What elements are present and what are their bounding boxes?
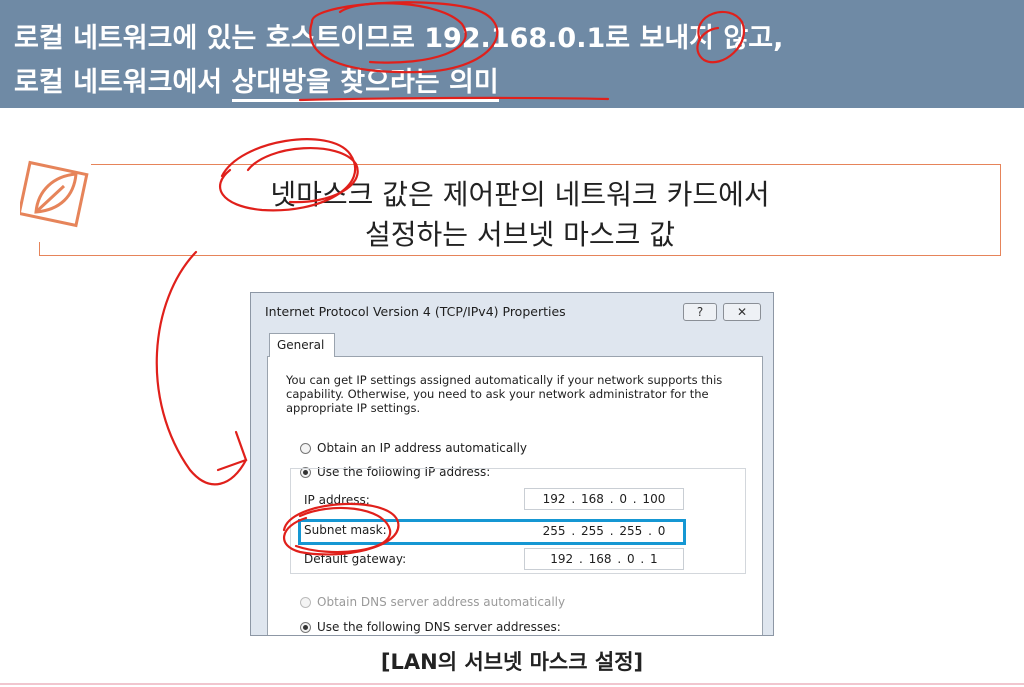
close-button[interactable]: ✕ [723, 303, 761, 321]
note-line-2: 설정하는 서브넷 마스크 값 [364, 218, 676, 251]
default-gateway-label: Default gateway: [304, 552, 407, 566]
leaf-icon [20, 160, 89, 228]
header-underlined-text: 상대방을 찾으라는 의미 [231, 67, 499, 102]
subnet-mask-label: Subnet mask: [304, 523, 387, 537]
note-line-1: 넷마스크 값은 제어판의 네트워크 카드에서 [270, 178, 770, 211]
ip-address-label: IP address: [304, 493, 370, 507]
annotation-arrow-head [216, 430, 248, 472]
header-banner: 로컬 네트워크에 있는 호스트이므로 192.168.0.1로 보내지 않고, … [0, 0, 1024, 108]
header-line-2-prefix: 로컬 네트워크에서 [14, 67, 232, 98]
subnet-mask-field[interactable]: 255 . 255 . 255 . 0 [524, 521, 684, 543]
radio-obtain-ip-auto[interactable]: Obtain an IP address automatically [300, 441, 527, 455]
intro-text: You can get IP settings assigned automat… [286, 373, 723, 415]
radio-label: Obtain DNS server address automatically [317, 595, 566, 609]
radio-label: Use the following DNS server addresses: [317, 620, 561, 634]
general-panel: You can get IP settings assigned automat… [267, 356, 763, 635]
help-button[interactable]: ? [683, 303, 717, 321]
radio-label: Obtain an IP address automatically [317, 441, 528, 455]
header-line-2: 로컬 네트워크에서 상대방을 찾으라는 의미 [14, 60, 499, 102]
radio-use-following-dns[interactable]: Use the following DNS server addresses: [300, 620, 561, 634]
annotation-arrow-line [155, 250, 248, 486]
ipv4-properties-dialog: Internet Protocol Version 4 (TCP/IPv4) P… [250, 292, 774, 636]
radio-button[interactable] [300, 443, 311, 454]
radio-button[interactable] [300, 597, 311, 608]
tab-general[interactable]: General [269, 333, 335, 357]
radio-obtain-dns-auto[interactable]: Obtain DNS server address automatically [300, 595, 565, 609]
note-box: 넷마스크 값은 제어판의 네트워크 카드에서 설정하는 서브넷 마스크 값 [37, 162, 1001, 256]
header-line-1: 로컬 네트워크에 있는 호스트이므로 192.168.0.1로 보내지 않고, [14, 23, 784, 54]
figure-caption: [LAN의 서브넷 마스크 설정] [380, 650, 644, 674]
default-gateway-field[interactable]: 192 . 168 . 0 . 1 [524, 548, 684, 570]
dialog-title: Internet Protocol Version 4 (TCP/IPv4) P… [265, 304, 566, 319]
radio-button-checked[interactable] [300, 622, 311, 633]
ip-address-field[interactable]: 192 . 168 . 0 . 100 [524, 488, 684, 510]
bottom-divider [0, 683, 1024, 685]
